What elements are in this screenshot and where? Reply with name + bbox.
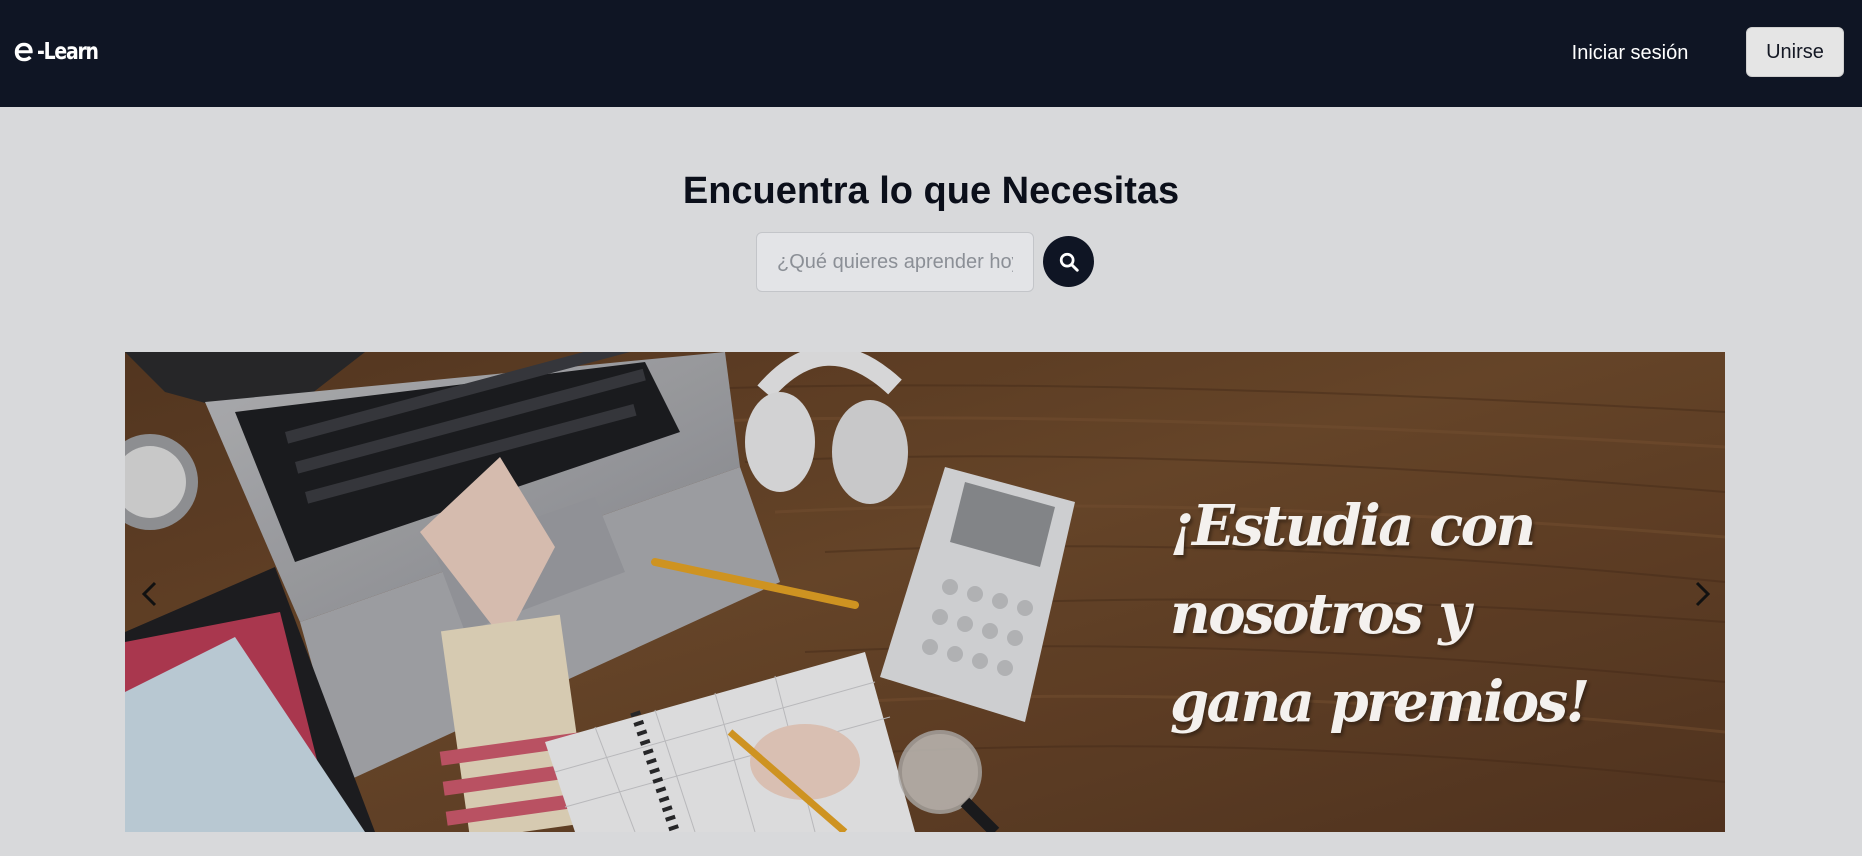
login-link[interactable]: Iniciar sesión [1560,36,1700,70]
slide-caption: ¡Estudia con nosotros y gana premios! [1170,482,1690,746]
chevron-left-icon [141,581,157,607]
logo-link[interactable]: -Learn [12,36,111,68]
carousel-next-button[interactable] [1685,574,1721,614]
hero-carousel: ¡Estudia con nosotros y gana premios! [125,352,1725,832]
search-icon [1059,252,1079,272]
slide-caption-line: ¡Estudia con [1170,493,1536,559]
logo-text: -Learn [37,38,99,65]
page-headline: Encuentra lo que Necesitas [682,170,1180,212]
chevron-right-icon [1695,581,1711,607]
top-navbar: -Learn Iniciar sesión Unirse [0,0,1862,107]
e-letter-logo-icon [14,42,33,62]
carousel-prev-button[interactable] [131,574,167,614]
slide-caption-line: nosotros y [1170,581,1471,647]
search-input[interactable] [756,232,1034,292]
search-button[interactable] [1043,236,1094,287]
slide-caption-line: gana premios! [1170,669,1590,735]
join-button[interactable]: Unirse [1746,27,1844,77]
